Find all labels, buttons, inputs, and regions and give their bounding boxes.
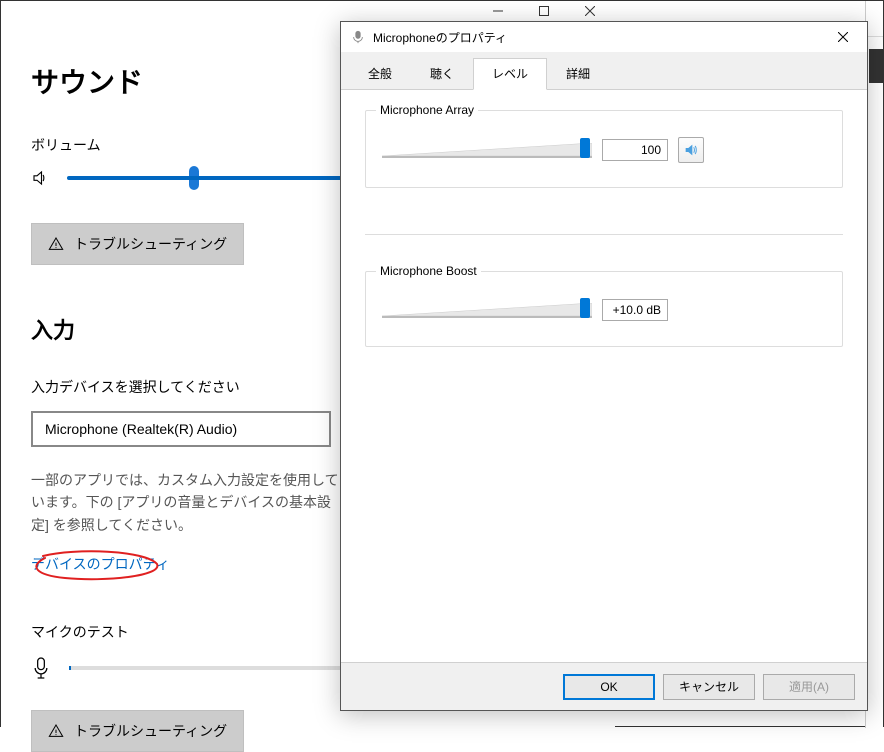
apply-button[interactable]: 適用(A)	[763, 674, 855, 700]
microphone-boost-label: Microphone Boost	[376, 264, 481, 278]
close-button[interactable]	[567, 1, 613, 21]
minimize-button[interactable]	[475, 1, 521, 21]
microphone-array-mute-button[interactable]	[678, 137, 704, 163]
warning-icon	[48, 723, 64, 739]
troubleshoot-label: トラブルシューティング	[74, 234, 227, 254]
maximize-button[interactable]	[521, 1, 567, 21]
speaker-icon	[683, 142, 699, 158]
speaker-icon	[31, 169, 49, 187]
troubleshoot-button-2[interactable]: トラブルシューティング	[31, 710, 244, 752]
tab-levels[interactable]: レベル	[473, 58, 547, 90]
dialog-close-button[interactable]	[823, 23, 863, 51]
input-help-text: 一部のアプリでは、カスタム入力設定を使用しています。下の [アプリの音量とデバイ…	[31, 469, 341, 536]
microphone-properties-dialog: Microphoneのプロパティ 全般 聴く レベル 詳細 Microphone…	[340, 21, 868, 711]
microphone-icon	[31, 656, 51, 680]
microphone-array-group: Microphone Array 100	[365, 110, 843, 188]
mic-test-level	[69, 666, 349, 670]
microphone-boost-value[interactable]: +10.0 dB	[602, 299, 668, 321]
tab-advanced[interactable]: 詳細	[547, 58, 609, 89]
microphone-array-value[interactable]: 100	[602, 139, 668, 161]
input-device-select[interactable]: Microphone (Realtek(R) Audio)	[31, 411, 331, 447]
dialog-body: Microphone Array 100 Microphone Boost	[341, 90, 867, 662]
dialog-titlebar: Microphoneのプロパティ	[341, 22, 867, 52]
microphone-array-label: Microphone Array	[376, 103, 478, 117]
dialog-tabbar: 全般 聴く レベル 詳細	[341, 52, 867, 90]
warning-icon	[48, 236, 64, 252]
cancel-button[interactable]: キャンセル	[663, 674, 755, 700]
troubleshoot-label-2: トラブルシューティング	[74, 721, 227, 741]
microphone-icon	[351, 30, 365, 44]
troubleshoot-button[interactable]: トラブルシューティング	[31, 223, 244, 265]
master-volume-slider[interactable]	[67, 176, 347, 180]
selected-device-text: Microphone (Realtek(R) Audio)	[45, 421, 237, 437]
device-properties-link[interactable]: デバイスのプロパティ	[31, 554, 170, 574]
microphone-boost-group: Microphone Boost +10.0 dB	[365, 271, 843, 347]
settings-titlebar	[1, 1, 615, 21]
microphone-array-slider[interactable]	[382, 138, 592, 162]
dialog-title: Microphoneのプロパティ	[373, 29, 823, 46]
tab-listen[interactable]: 聴く	[411, 58, 473, 89]
ok-button[interactable]: OK	[563, 674, 655, 700]
divider	[365, 234, 843, 235]
microphone-boost-slider[interactable]	[382, 298, 592, 322]
dialog-footer: OK キャンセル 適用(A)	[341, 662, 867, 710]
tab-general[interactable]: 全般	[349, 58, 411, 89]
